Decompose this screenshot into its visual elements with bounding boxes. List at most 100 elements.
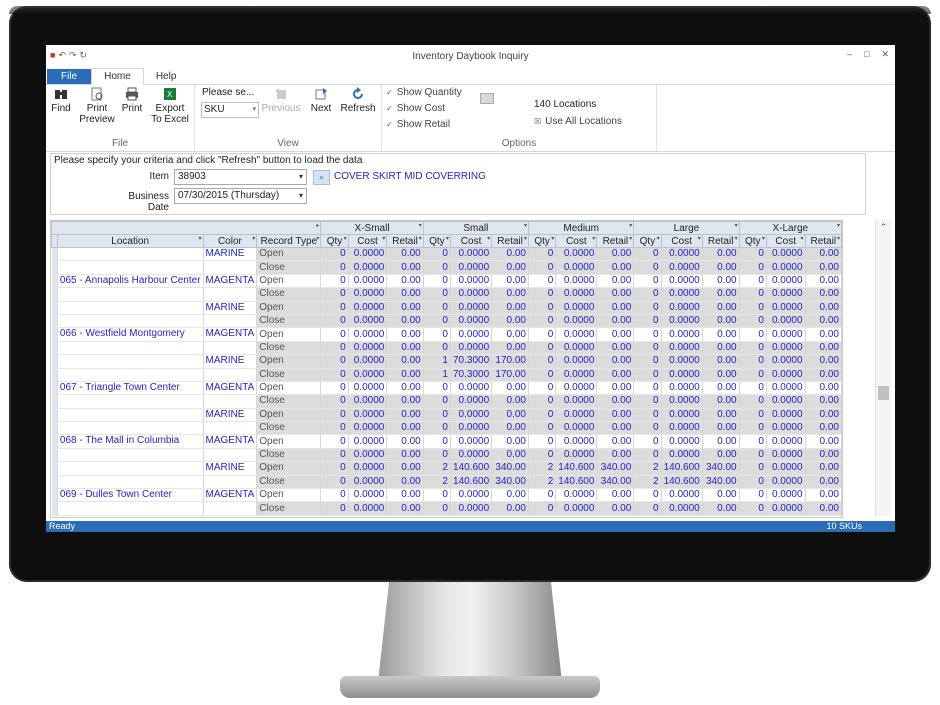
cell-cost[interactable]: 0.0000 [450, 448, 493, 463]
band-header-xlarge[interactable]: X-Large ▾ [738, 221, 842, 235]
cell-retail[interactable]: 0.00 [702, 421, 740, 436]
cell-cost[interactable]: 0.0000 [555, 381, 598, 396]
cell-qty[interactable]: 0 [528, 274, 557, 289]
cell-qty[interactable]: 0 [423, 274, 451, 289]
cell-cost[interactable]: 0.0000 [450, 287, 493, 302]
cell-cost[interactable]: 0.0000 [450, 408, 493, 423]
cell-qty[interactable]: 0 [320, 354, 349, 369]
cell-retail[interactable]: 0.00 [386, 260, 424, 275]
cell-retail[interactable]: 0.00 [702, 488, 740, 503]
cell-qty[interactable]: 0 [423, 394, 451, 409]
cell-cost[interactable]: 0.0000 [555, 421, 598, 436]
cell-qty[interactable]: 0 [320, 501, 349, 516]
cell-location[interactable]: 069 - Dulles Town Center [57, 488, 204, 503]
cell-retail[interactable]: 0.00 [491, 247, 529, 262]
cell-record-type[interactable]: Close [256, 394, 322, 409]
cell-retail[interactable]: 0.00 [386, 368, 424, 382]
cell-retail[interactable]: 0.00 [805, 408, 842, 423]
cell-qty[interactable]: 0 [423, 260, 451, 275]
cell-retail[interactable]: 0.00 [702, 301, 740, 315]
cell-color[interactable]: MAGENTA [203, 488, 258, 503]
cell-retail[interactable]: 0.00 [491, 301, 529, 315]
tab-help[interactable]: Help [144, 69, 189, 84]
print-preview-button[interactable]: Print Preview [78, 87, 116, 125]
scroll-thumb[interactable] [878, 386, 889, 400]
cell-location[interactable] [57, 368, 204, 382]
column-header-qty[interactable]: Qty ▾ [527, 234, 557, 248]
cell-location[interactable] [57, 314, 204, 329]
cell-cost[interactable]: 140.600 [450, 461, 493, 476]
cell-qty[interactable]: 2 [423, 461, 451, 476]
cell-qty[interactable]: 0 [320, 434, 349, 449]
cell-retail[interactable]: 0.00 [386, 381, 424, 396]
close-icon[interactable]: ✕ [881, 49, 889, 60]
cell-qty[interactable]: 0 [528, 408, 557, 423]
cell-cost[interactable]: 0.0000 [348, 461, 388, 476]
cell-cost[interactable]: 140.600 [661, 475, 703, 490]
cell-retail[interactable]: 0.00 [596, 287, 635, 302]
cell-retail[interactable]: 0.00 [805, 448, 842, 463]
cell-qty[interactable]: 0 [739, 368, 767, 382]
cell-retail[interactable]: 0.00 [805, 421, 842, 436]
cell-qty[interactable]: 1 [423, 368, 451, 382]
cell-retail[interactable]: 0.00 [596, 260, 635, 275]
cell-retail[interactable]: 0.00 [596, 247, 635, 262]
cell-cost[interactable]: 0.0000 [348, 475, 388, 490]
column-header-cost[interactable]: Cost ▾ [765, 234, 806, 248]
table-row[interactable]: MARINE Open 0 0.0000 0.00 0 0.0000 0.00 0 0.0000 0… [51, 301, 842, 315]
cell-retail[interactable]: 0.00 [805, 488, 842, 503]
cell-retail[interactable]: 0.00 [702, 381, 740, 396]
cell-qty[interactable]: 0 [320, 394, 349, 409]
cell-record-type[interactable]: Close [256, 341, 322, 356]
cell-cost[interactable]: 0.0000 [766, 501, 806, 516]
column-header-qty[interactable]: Qty ▾ [633, 234, 662, 248]
cell-qty[interactable]: 0 [633, 274, 662, 289]
cell-location[interactable] [57, 448, 204, 463]
cell-retail[interactable]: 0.00 [596, 448, 635, 463]
cell-retail[interactable]: 0.00 [491, 287, 529, 302]
cell-qty[interactable]: 0 [739, 327, 767, 342]
cell-retail[interactable]: 0.00 [805, 381, 842, 396]
cell-qty[interactable]: 0 [320, 314, 349, 329]
cell-cost[interactable]: 0.0000 [348, 260, 388, 275]
cell-retail[interactable]: 0.00 [491, 421, 529, 436]
cell-retail[interactable]: 0.00 [805, 434, 842, 449]
cell-qty[interactable]: 0 [528, 394, 557, 409]
cell-record-type[interactable]: Open [256, 327, 322, 342]
cell-color[interactable]: MAGENTA [203, 274, 258, 289]
cell-cost[interactable]: 0.0000 [766, 381, 806, 396]
cell-color[interactable] [203, 448, 258, 463]
cell-retail[interactable]: 0.00 [491, 327, 529, 342]
cell-cost[interactable]: 0.0000 [450, 501, 493, 516]
cell-retail[interactable]: 0.00 [702, 501, 740, 516]
cell-record-type[interactable]: Open [256, 488, 322, 503]
cell-qty[interactable]: 0 [320, 287, 349, 302]
cell-cost[interactable]: 0.0000 [555, 341, 598, 356]
cell-qty[interactable]: 1 [423, 354, 451, 369]
cell-retail[interactable]: 340.00 [702, 475, 740, 490]
cell-retail[interactable]: 0.00 [386, 434, 424, 449]
cell-retail[interactable]: 0.00 [386, 448, 424, 463]
cell-cost[interactable]: 0.0000 [661, 260, 703, 275]
maximize-icon[interactable]: □ [864, 49, 869, 60]
cell-cost[interactable]: 70.3000 [450, 368, 493, 382]
cell-cost[interactable]: 0.0000 [661, 448, 703, 463]
column-header-record-type[interactable]: Record Type ▾ [256, 234, 322, 248]
cell-retail[interactable]: 0.00 [702, 448, 740, 463]
cell-cost[interactable]: 0.0000 [661, 354, 703, 369]
cell-color[interactable]: MAGENTA [203, 327, 258, 342]
cell-location[interactable]: 068 - The Mall in Columbia [57, 434, 204, 449]
cell-cost[interactable]: 0.0000 [450, 421, 493, 436]
cell-retail[interactable]: 0.00 [702, 287, 740, 302]
cell-retail[interactable]: 340.00 [491, 475, 529, 490]
cell-cost[interactable]: 0.0000 [766, 301, 806, 315]
cell-qty[interactable]: 0 [423, 287, 451, 302]
cell-qty[interactable]: 0 [423, 488, 451, 503]
cell-qty[interactable]: 0 [320, 327, 349, 342]
cell-retail[interactable]: 0.00 [386, 314, 424, 329]
cell-qty[interactable]: 0 [320, 260, 349, 275]
cell-location[interactable] [57, 394, 204, 409]
cell-cost[interactable]: 0.0000 [450, 260, 493, 275]
cell-location[interactable] [57, 354, 204, 369]
cell-color[interactable] [203, 341, 258, 356]
